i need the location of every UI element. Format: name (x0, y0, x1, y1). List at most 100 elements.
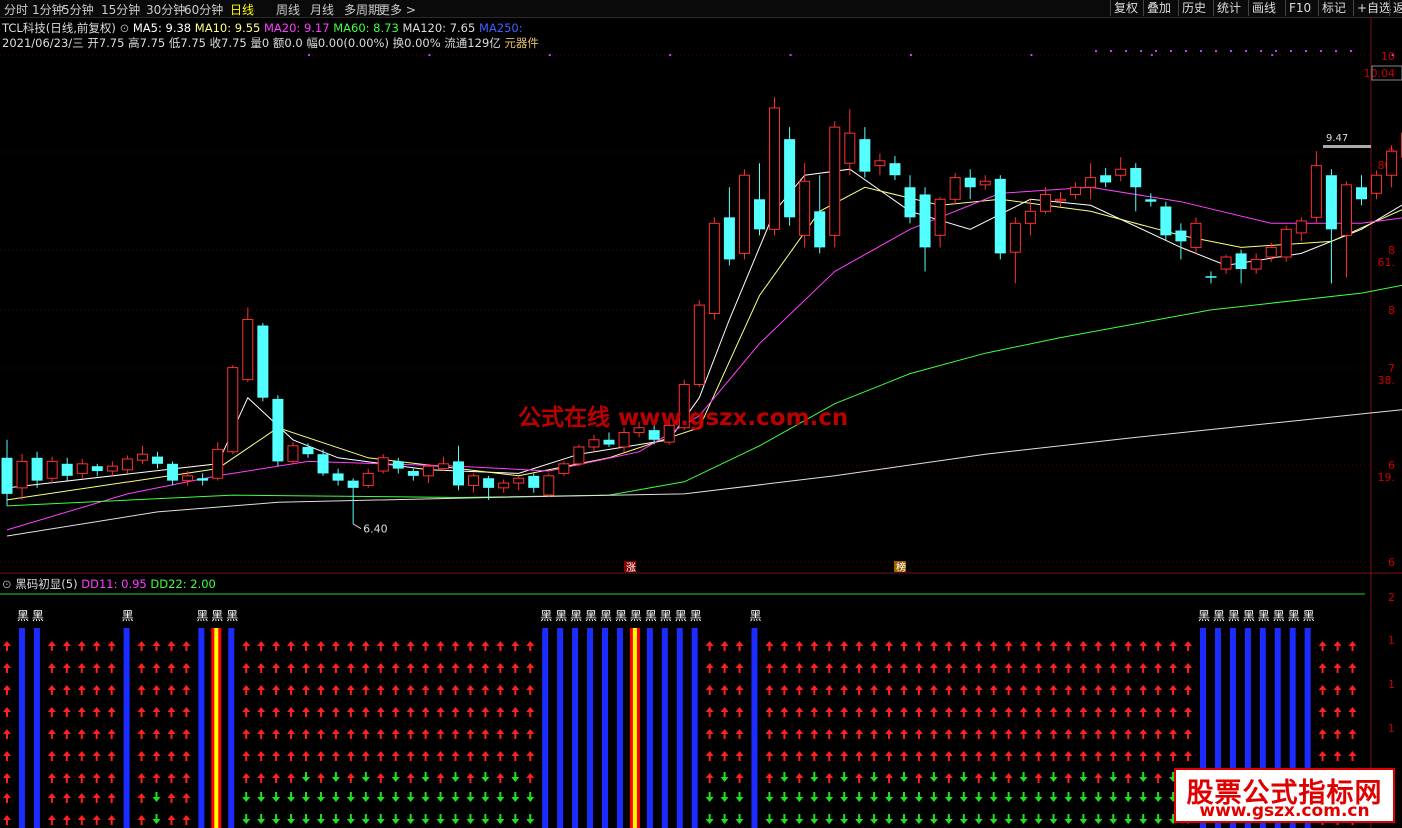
arrow-47-8 (705, 814, 714, 824)
arrow-52-8 (780, 814, 789, 824)
arrow-26-0 (391, 641, 400, 651)
candle-body-39 (588, 439, 600, 448)
candle-body-30 (453, 461, 464, 486)
black-label-40: 黑 (600, 609, 612, 623)
arrow-9-1 (137, 663, 146, 673)
arrow-29-4 (436, 729, 445, 739)
black-label-83: 黑 (1243, 609, 1255, 623)
arrow-27-8 (406, 814, 415, 824)
arrow-56-2 (840, 685, 849, 695)
arrow-49-5 (735, 751, 744, 761)
arrow-0-2 (3, 685, 11, 695)
arrow-62-5 (929, 751, 938, 761)
arrow-4-2 (62, 685, 71, 695)
arrow-72-0 (1079, 641, 1088, 651)
arrow-30-1 (451, 663, 460, 673)
arrow-47-5 (705, 751, 714, 761)
arrow-32-6 (481, 772, 490, 782)
candle-body-89 (1340, 184, 1352, 236)
arrow-61-4 (914, 729, 923, 739)
arrow-4-1 (62, 663, 71, 673)
arrow-10-0 (152, 641, 161, 651)
arrow-9-4 (137, 729, 146, 739)
black-label-1: 黑 (17, 609, 29, 623)
arrow-64-2 (959, 685, 968, 695)
arrow-26-2 (391, 685, 400, 695)
arrow-17-5 (257, 751, 266, 761)
arrow-17-1 (257, 663, 266, 673)
center-watermark: 公式在线 www.gszx.com.cn (518, 405, 849, 431)
arrow-35-6 (526, 773, 535, 783)
price-tick-10: 19. (1378, 471, 1396, 484)
candle-body-58 (874, 160, 886, 167)
candle-body-60 (904, 187, 916, 218)
arrow-30-3 (451, 707, 460, 717)
arrow-30-5 (451, 751, 460, 761)
arrow-27-2 (406, 685, 415, 695)
arrow-12-0 (182, 641, 191, 651)
arrow-31-4 (466, 729, 475, 739)
arrow-0-1 (3, 663, 11, 673)
arrow-49-7 (735, 792, 744, 802)
arrow-48-5 (720, 751, 729, 761)
candle-body-22 (332, 473, 344, 481)
arrow-51-3 (765, 707, 774, 717)
arrow-73-2 (1094, 685, 1103, 695)
candle-body-9 (136, 453, 148, 461)
arrow-20-3 (302, 707, 310, 717)
arrow-68-8 (1019, 814, 1028, 824)
candle-body-1 (16, 460, 28, 489)
arrow-65-4 (974, 729, 983, 739)
candle-body-69 (1039, 193, 1051, 212)
arrow-53-5 (795, 751, 804, 761)
arrow-23-6 (346, 773, 355, 783)
arrow-28-7 (421, 792, 430, 802)
arrow-10-7 (152, 792, 161, 802)
arrow-77-4 (1154, 729, 1163, 739)
arrow-76-5 (1139, 751, 1148, 761)
arrow-24-7 (361, 792, 370, 802)
arrow-77-2 (1154, 685, 1163, 695)
arrow-6-3 (92, 707, 101, 717)
arrow-72-6 (1079, 772, 1088, 782)
arrow-34-6 (511, 772, 520, 782)
arrow-60-0 (900, 641, 908, 651)
arrow-9-3 (137, 707, 146, 717)
top-dot-16 (1271, 54, 1274, 56)
arrow-34-8 (511, 814, 520, 824)
arrow-62-8 (929, 814, 938, 824)
arrow-51-0 (765, 641, 774, 651)
arrow-76-0 (1139, 641, 1148, 651)
arrow-17-6 (257, 773, 266, 783)
candle-body-41 (618, 432, 630, 448)
arrow-65-1 (974, 663, 983, 673)
arrow-56-5 (840, 751, 849, 761)
arrow-69-7 (1034, 792, 1043, 802)
arrow-56-6 (840, 772, 849, 782)
arrow-71-7 (1064, 792, 1073, 802)
top-dot-r-12 (1275, 50, 1277, 52)
arrow-72-5 (1079, 751, 1088, 761)
signal-bar-blue-1 (18, 628, 25, 828)
arrow-55-8 (825, 814, 834, 824)
arrow-56-3 (840, 707, 849, 717)
arrow-65-8 (974, 814, 983, 824)
arrow-49-3 (735, 707, 744, 717)
arrow-19-2 (287, 685, 296, 695)
black-label-44: 黑 (660, 609, 672, 623)
signal-bar-blue-15 (228, 628, 235, 828)
black-label-84: 黑 (1258, 609, 1270, 623)
arrow-51-8 (765, 814, 774, 824)
arrow-11-5 (167, 751, 176, 761)
candle-body-40 (603, 439, 615, 445)
arrow-49-2 (735, 685, 744, 695)
arrow-62-4 (929, 729, 938, 739)
arrow-30-2 (451, 685, 460, 695)
arrow-35-1 (526, 663, 535, 673)
candle-body-51 (769, 107, 781, 230)
arrow-68-7 (1019, 792, 1028, 802)
arrow-53-6 (795, 773, 804, 783)
top-dot-r-10 (1245, 50, 1247, 52)
arrow-61-2 (914, 685, 923, 695)
arrow-59-0 (885, 641, 894, 651)
